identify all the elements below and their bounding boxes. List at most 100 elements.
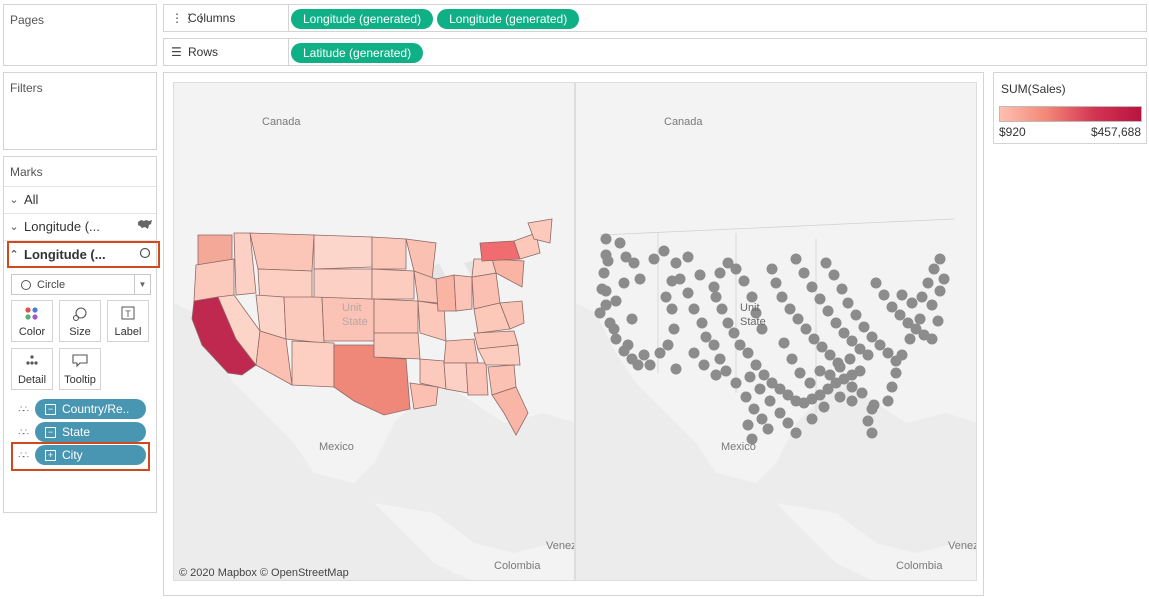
- city-mark[interactable]: [916, 291, 928, 303]
- city-mark[interactable]: [638, 349, 650, 361]
- city-mark[interactable]: [894, 309, 906, 321]
- city-mark[interactable]: [774, 407, 786, 419]
- city-mark[interactable]: [602, 255, 614, 267]
- label-button[interactable]: T Label: [107, 300, 149, 342]
- marks-layer-1-row[interactable]: ⌄ Longitude (...: [4, 214, 156, 239]
- city-mark[interactable]: [610, 333, 622, 345]
- city-mark[interactable]: [714, 267, 726, 279]
- city-mark[interactable]: [850, 309, 862, 321]
- pages-card[interactable]: Pages: [3, 4, 157, 66]
- map-attribution[interactable]: © 2020 Mapbox © OpenStreetMap: [179, 567, 349, 579]
- city-mark[interactable]: [666, 303, 678, 315]
- city-mark[interactable]: [708, 339, 720, 351]
- city-mark[interactable]: [594, 307, 606, 319]
- city-mark[interactable]: [824, 349, 836, 361]
- city-mark[interactable]: [806, 281, 818, 293]
- city-mark[interactable]: [834, 391, 846, 403]
- city-mark[interactable]: [858, 321, 870, 333]
- city-mark[interactable]: [670, 257, 682, 269]
- city-mark[interactable]: [830, 317, 842, 329]
- chevron-down-icon[interactable]: ⌄: [4, 220, 24, 233]
- tooltip-button[interactable]: Tooltip: [59, 348, 101, 390]
- city-mark[interactable]: [754, 383, 766, 395]
- columns-pill-longitude-1[interactable]: Longitude (generated): [291, 9, 434, 29]
- city-mark[interactable]: [866, 331, 878, 343]
- city-mark[interactable]: [762, 423, 774, 435]
- city-mark[interactable]: [862, 415, 874, 427]
- city-mark[interactable]: [794, 367, 806, 379]
- city-mark[interactable]: [862, 349, 874, 361]
- city-mark[interactable]: [882, 395, 894, 407]
- city-mark[interactable]: [798, 267, 810, 279]
- city-mark[interactable]: [644, 359, 656, 371]
- chevron-down-icon[interactable]: ⌄: [4, 193, 24, 206]
- city-mark[interactable]: [600, 285, 612, 297]
- city-mark[interactable]: [632, 359, 644, 371]
- city-mark[interactable]: [824, 369, 836, 381]
- city-mark[interactable]: [764, 395, 776, 407]
- filled-map[interactable]: Canada Mexico Unit State Colombia Venez: [173, 82, 575, 581]
- city-mark[interactable]: [896, 289, 908, 301]
- collapse-icon[interactable]: −: [45, 403, 56, 415]
- field-pill-country[interactable]: − Country/Re..: [35, 399, 146, 419]
- color-legend[interactable]: SUM(Sales) $920 $457,688: [993, 72, 1147, 144]
- city-mark[interactable]: [934, 253, 946, 265]
- city-mark[interactable]: [750, 359, 762, 371]
- city-mark[interactable]: [878, 289, 890, 301]
- city-mark[interactable]: [914, 313, 926, 325]
- city-mark[interactable]: [934, 285, 946, 297]
- city-mark[interactable]: [708, 281, 720, 293]
- city-mark[interactable]: [820, 257, 832, 269]
- city-mark[interactable]: [906, 297, 918, 309]
- city-mark[interactable]: [818, 401, 830, 413]
- city-mark[interactable]: [722, 317, 734, 329]
- city-mark[interactable]: [608, 323, 620, 335]
- city-mark[interactable]: [870, 277, 882, 289]
- city-mark[interactable]: [740, 391, 752, 403]
- marks-all-row[interactable]: ⌄ All: [4, 187, 156, 212]
- city-mark[interactable]: [710, 369, 722, 381]
- rows-pill-latitude[interactable]: Latitude (generated): [291, 43, 424, 63]
- city-mark[interactable]: [626, 313, 638, 325]
- city-mark[interactable]: [776, 291, 788, 303]
- city-mark[interactable]: [662, 339, 674, 351]
- city-mark[interactable]: [822, 305, 834, 317]
- city-mark[interactable]: [828, 269, 840, 281]
- city-mark[interactable]: [922, 277, 934, 289]
- city-mark[interactable]: [804, 377, 816, 389]
- city-mark[interactable]: [710, 291, 722, 303]
- city-mark[interactable]: [928, 263, 940, 275]
- filters-card[interactable]: Filters: [3, 72, 157, 150]
- city-mark[interactable]: [744, 371, 756, 383]
- city-mark[interactable]: [836, 283, 848, 295]
- city-mark[interactable]: [728, 327, 740, 339]
- city-mark[interactable]: [786, 353, 798, 365]
- city-mark[interactable]: [618, 277, 630, 289]
- columns-shelf[interactable]: ⋮⋮⋮ Columns Longitude (generated) Longit…: [163, 4, 1147, 32]
- city-mark[interactable]: [720, 365, 732, 377]
- city-mark[interactable]: [790, 427, 802, 439]
- collapse-icon[interactable]: −: [45, 426, 56, 438]
- city-mark[interactable]: [896, 349, 908, 361]
- city-mark[interactable]: [634, 273, 646, 285]
- city-mark[interactable]: [816, 341, 828, 353]
- city-mark[interactable]: [748, 403, 760, 415]
- city-mark[interactable]: [714, 353, 726, 365]
- city-mark[interactable]: [742, 419, 754, 431]
- city-mark[interactable]: [758, 369, 770, 381]
- city-mark[interactable]: [904, 333, 916, 345]
- city-mark[interactable]: [694, 269, 706, 281]
- city-mark[interactable]: [846, 381, 858, 393]
- city-mark[interactable]: [700, 331, 712, 343]
- city-mark[interactable]: [882, 347, 894, 359]
- city-mark[interactable]: [770, 277, 782, 289]
- city-mark[interactable]: [730, 377, 742, 389]
- city-mark[interactable]: [874, 339, 886, 351]
- city-mark[interactable]: [808, 333, 820, 345]
- field-pill-state[interactable]: − State: [35, 422, 146, 442]
- city-mark[interactable]: [844, 353, 856, 365]
- city-mark[interactable]: [670, 363, 682, 375]
- city-mark[interactable]: [846, 395, 858, 407]
- city-mark[interactable]: [660, 291, 672, 303]
- city-mark[interactable]: [868, 399, 880, 411]
